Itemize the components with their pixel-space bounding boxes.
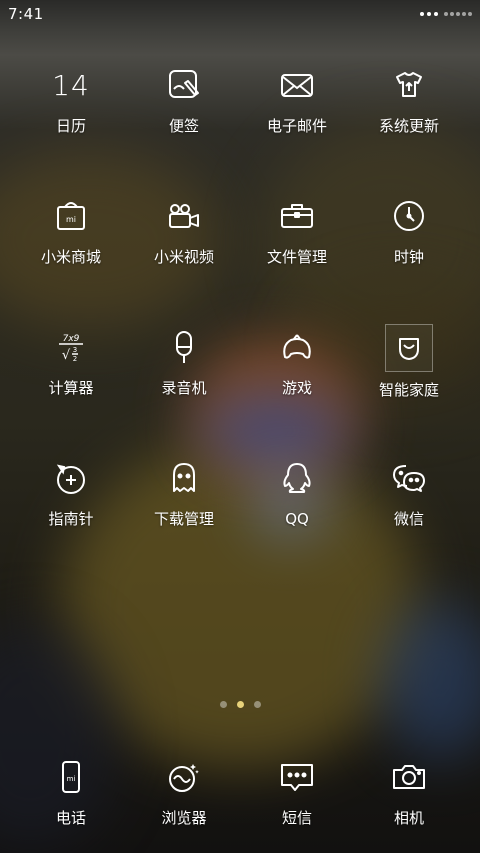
app-label: 系统更新 <box>378 117 439 135</box>
app-mi-store[interactable]: mi 小米商城 <box>11 193 131 267</box>
app-compass[interactable]: 指南针 <box>11 455 131 529</box>
app-label: 相机 <box>393 809 424 827</box>
page-dot-active[interactable] <box>236 701 244 708</box>
svg-text:7x9: 7x9 <box>63 334 80 344</box>
svg-text:√: √ <box>62 348 71 363</box>
mi-store-icon: mi <box>48 193 94 239</box>
app-label: 日历 <box>55 117 86 135</box>
app-label: 智能家庭 <box>378 381 439 399</box>
dock-messages[interactable]: 短信 <box>237 754 357 828</box>
status-indicators <box>420 12 472 16</box>
app-wechat[interactable]: 微信 <box>349 455 469 529</box>
svg-text:3: 3 <box>73 346 77 354</box>
app-mi-home[interactable]: 智能家庭 <box>349 324 469 400</box>
app-download-manager[interactable]: 下载管理 <box>124 455 244 529</box>
app-label: 小米商城 <box>40 248 101 266</box>
calculator-icon: 7x9 √ 3 2 <box>48 324 94 370</box>
app-games[interactable]: 游戏 <box>237 324 357 398</box>
app-qq[interactable]: QQ <box>237 455 357 529</box>
calendar-icon: 14 <box>48 62 94 108</box>
phone-icon: mi <box>48 754 94 800</box>
gamepad-icon <box>274 324 320 370</box>
mi-home-icon <box>385 324 433 372</box>
svg-text:mi: mi <box>67 775 76 783</box>
system-update-icon <box>386 62 432 108</box>
messages-icon <box>274 754 320 800</box>
dock-browser[interactable]: 浏览器 <box>124 754 244 828</box>
page-indicator <box>0 701 480 708</box>
app-calendar[interactable]: 14 日历 <box>11 62 131 136</box>
dock-phone[interactable]: mi 电话 <box>11 754 131 828</box>
clock-icon <box>386 193 432 239</box>
browser-icon <box>161 754 207 800</box>
app-label: QQ <box>285 510 309 528</box>
page-dot[interactable] <box>253 701 261 708</box>
mail-icon <box>274 62 320 108</box>
app-label: 游戏 <box>281 379 312 397</box>
notification-more-icon <box>420 12 438 16</box>
briefcase-icon <box>274 193 320 239</box>
wechat-icon <box>386 455 432 501</box>
app-system-update[interactable]: 系统更新 <box>349 62 469 136</box>
app-label: 文件管理 <box>266 248 327 266</box>
app-calculator[interactable]: 7x9 √ 3 2 计算器 <box>11 324 131 398</box>
camera-icon <box>386 754 432 800</box>
app-label: 电子邮件 <box>266 117 327 135</box>
app-label: 录音机 <box>161 379 207 397</box>
app-label: 下载管理 <box>153 510 214 528</box>
app-email[interactable]: 电子邮件 <box>237 62 357 136</box>
app-label: 小米视频 <box>153 248 214 266</box>
svg-text:mi: mi <box>66 215 76 224</box>
ghost-download-icon <box>161 455 207 501</box>
app-mi-video[interactable]: 小米视频 <box>124 193 244 267</box>
app-file-manager[interactable]: 文件管理 <box>237 193 357 267</box>
calendar-date: 14 <box>52 68 90 102</box>
recorder-icon <box>161 324 207 370</box>
compass-icon <box>48 455 94 501</box>
app-label: 短信 <box>281 809 312 827</box>
video-camera-icon <box>161 193 207 239</box>
app-clock[interactable]: 时钟 <box>349 193 469 267</box>
app-label: 便签 <box>168 117 199 135</box>
app-label: 计算器 <box>48 379 94 397</box>
app-label: 电话 <box>55 809 86 827</box>
status-bar: 7:41 <box>0 0 480 28</box>
app-label: 浏览器 <box>161 809 207 827</box>
status-time: 7:41 <box>8 5 44 23</box>
app-notes[interactable]: 便签 <box>124 62 244 136</box>
page-dot[interactable] <box>219 701 227 708</box>
dock-camera[interactable]: 相机 <box>349 754 469 828</box>
svg-text:2: 2 <box>73 355 77 363</box>
qq-penguin-icon <box>274 455 320 501</box>
app-label: 微信 <box>393 510 424 528</box>
notes-icon <box>161 62 207 108</box>
app-label: 时钟 <box>393 248 424 266</box>
app-recorder[interactable]: 录音机 <box>124 324 244 398</box>
app-label: 指南针 <box>48 510 94 528</box>
signal-strength-icon <box>444 12 472 16</box>
